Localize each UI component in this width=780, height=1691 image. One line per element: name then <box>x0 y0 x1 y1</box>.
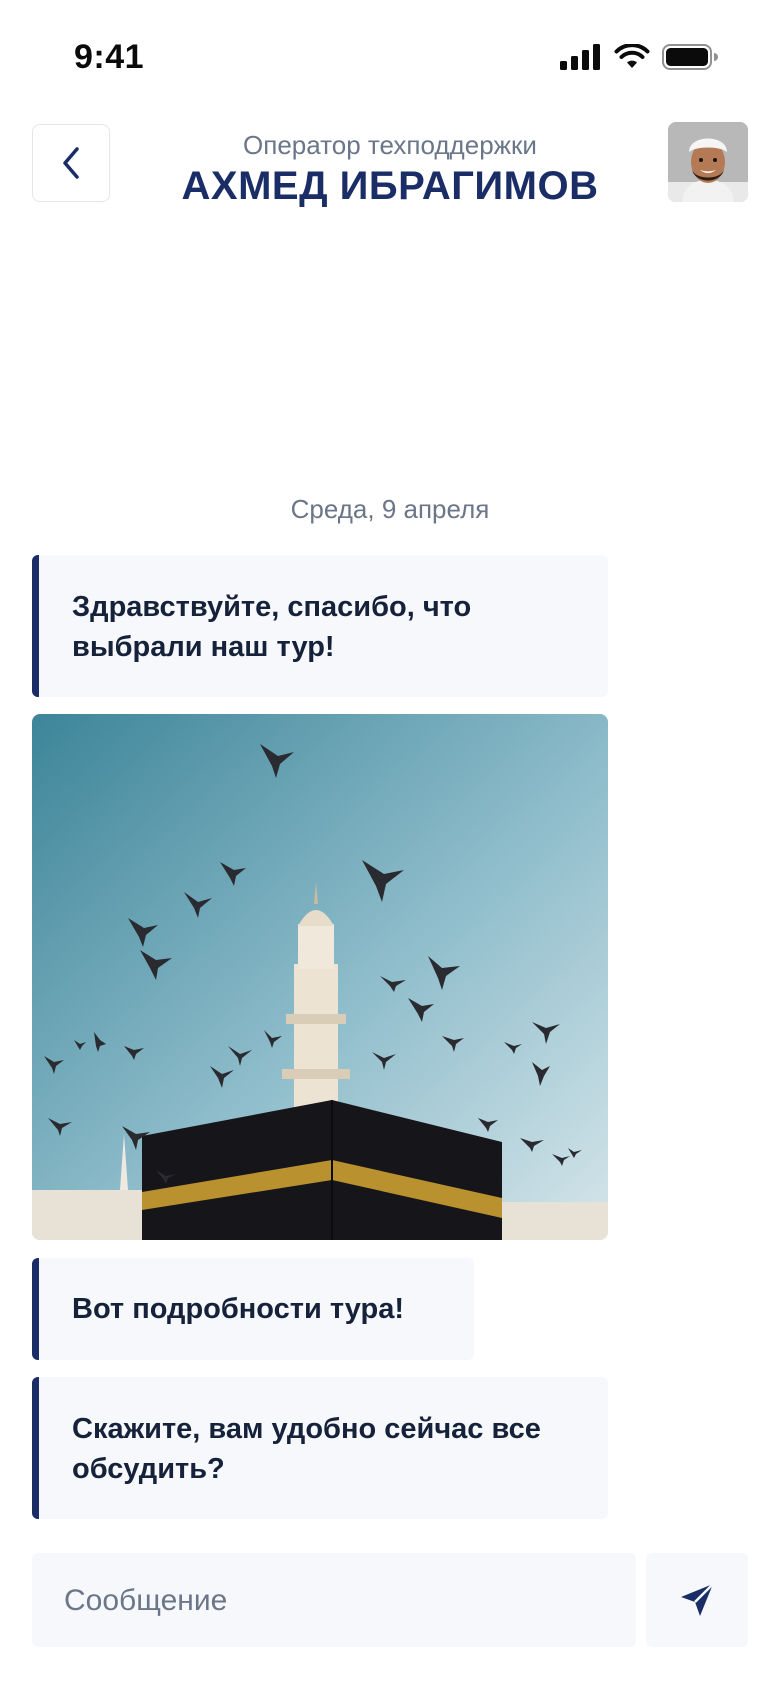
message-bubble: Вот подробности тура! <box>32 1258 474 1360</box>
message-input[interactable] <box>62 1553 626 1649</box>
chat-date-divider: Среда, 9 апреля <box>290 494 490 524</box>
message-photo[interactable] <box>32 714 608 1240</box>
avatar-photo <box>668 122 748 202</box>
send-button[interactable] <box>646 1553 748 1647</box>
kaaba-photo <box>32 714 608 1240</box>
message-bubble: Скажите, вам удобно сейчас все обсудить? <box>32 1377 608 1519</box>
signal-icon <box>560 44 600 70</box>
wifi-icon <box>614 44 650 68</box>
status-time: 9:41 <box>74 38 145 76</box>
message-bubble: Здравствуйте, спасибо, что выбрали наш т… <box>32 555 608 697</box>
status-icons <box>560 44 718 70</box>
status-bar: 9:41 <box>0 0 780 110</box>
send-icon <box>681 1583 714 1616</box>
message-text: Вот подробности тура! <box>72 1293 405 1325</box>
message-composer <box>32 1553 636 1649</box>
chat-header: Оператор техподдержки АХМЕД ИБРАГИМОВ <box>0 122 780 208</box>
message-text: Здравствуйте, спасибо, что выбрали наш т… <box>72 591 472 663</box>
operator-name: АХМЕД ИБРАГИМОВ <box>181 164 599 208</box>
operator-avatar[interactable] <box>668 122 748 202</box>
operator-role: Оператор техподдержки <box>243 130 537 160</box>
battery-icon <box>662 44 718 70</box>
message-text: Скажите, вам удобно сейчас все обсудить? <box>72 1413 541 1485</box>
